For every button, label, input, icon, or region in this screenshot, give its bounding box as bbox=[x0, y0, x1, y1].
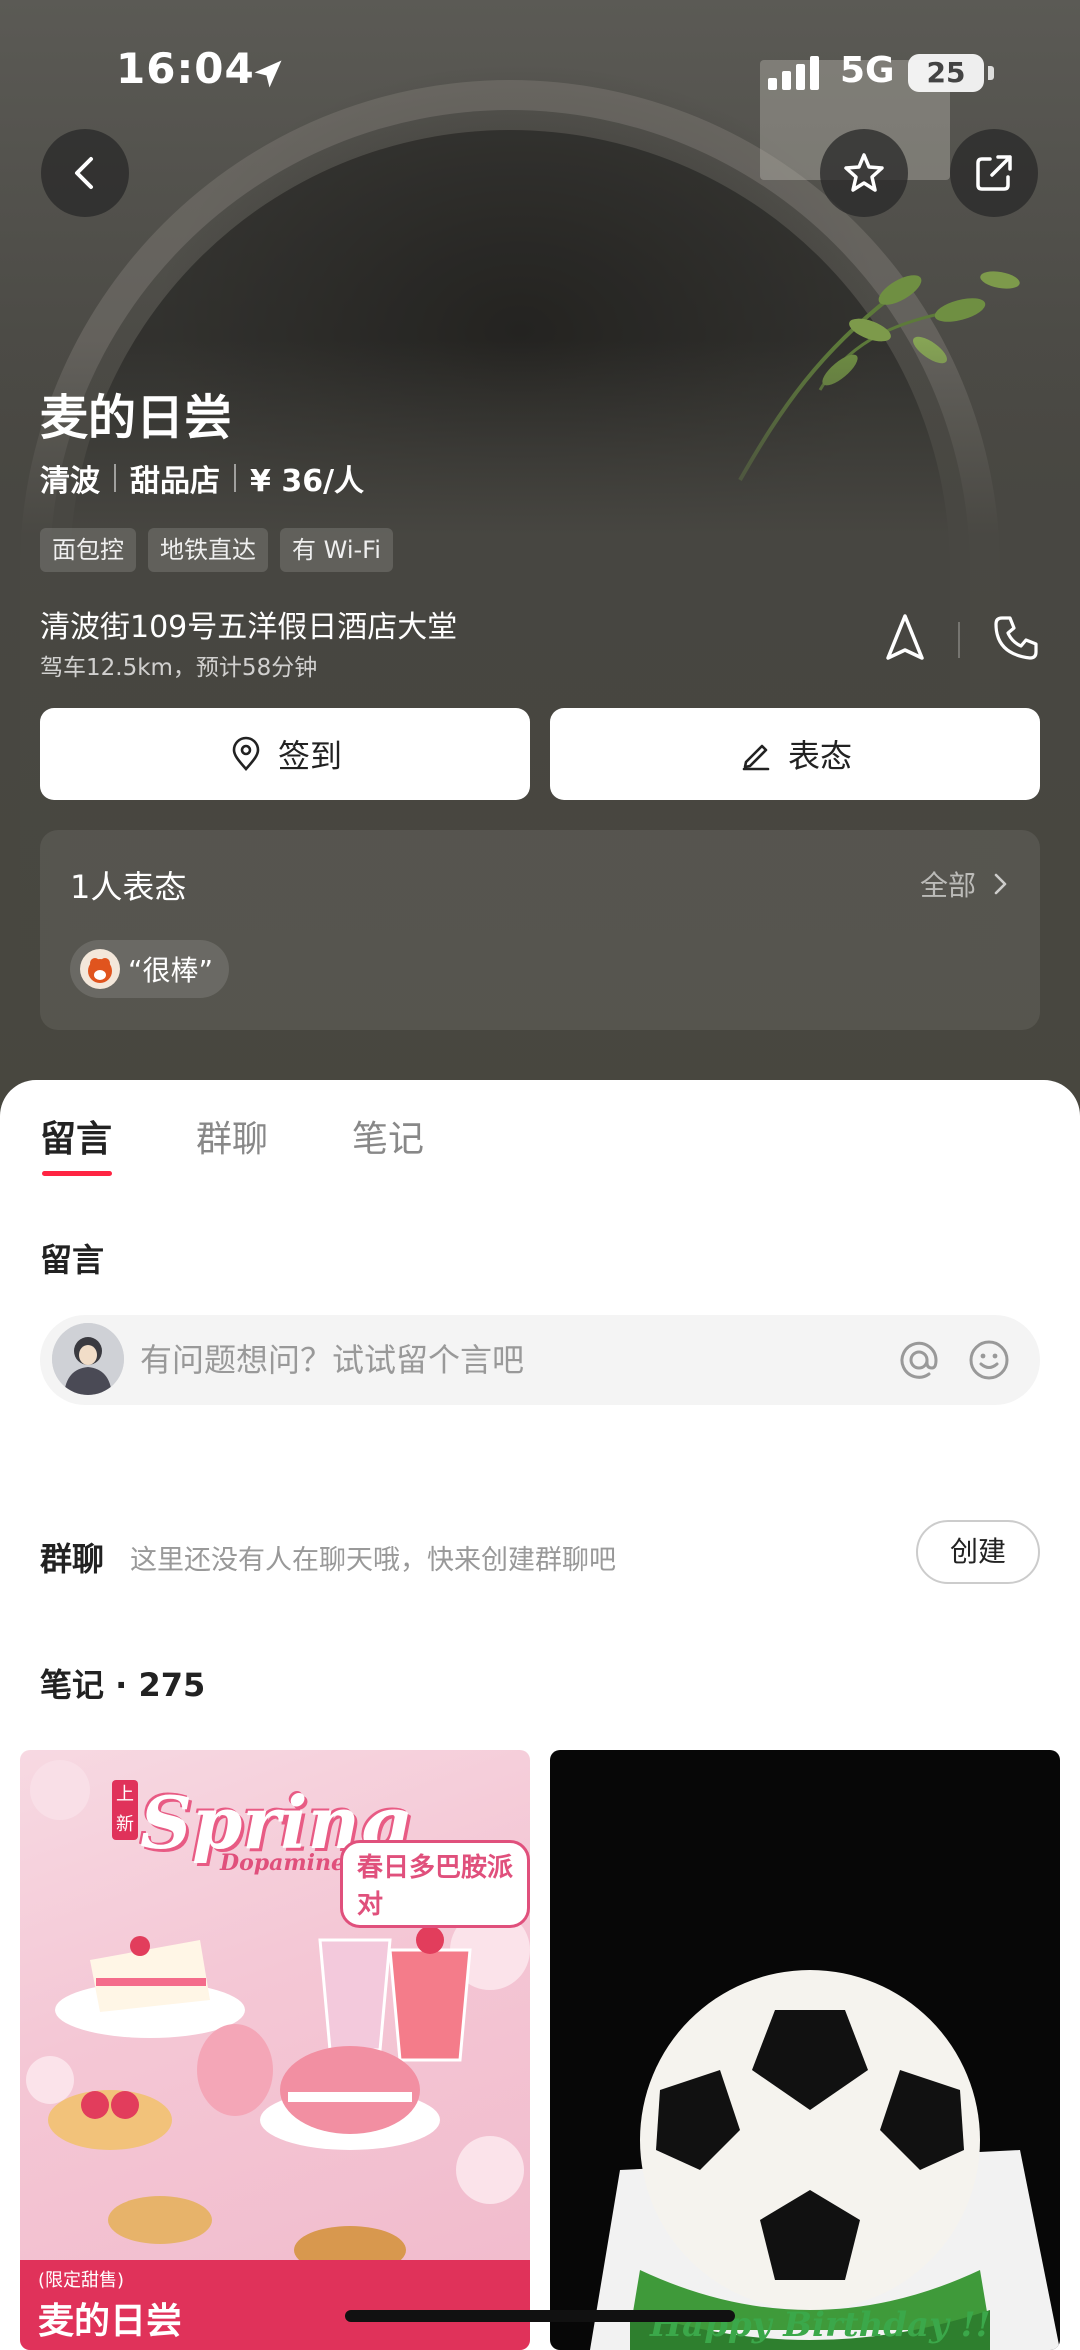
emoji-icon[interactable] bbox=[966, 1337, 1012, 1383]
shop-meta: 清波 甜品店 ¥ 36/人 bbox=[40, 456, 364, 500]
tab-bar: 留言 群聊 笔记 bbox=[40, 1110, 424, 1176]
network-type: 5G bbox=[840, 50, 895, 91]
comments-title: 留言 bbox=[40, 1241, 105, 1279]
navigate-button[interactable] bbox=[880, 610, 930, 666]
location-arrow-icon bbox=[254, 60, 282, 88]
shop-name: 麦的日尝 bbox=[40, 390, 233, 446]
status-time: 16:04 bbox=[116, 44, 255, 93]
favorite-button[interactable] bbox=[820, 129, 908, 217]
content-sheet: 留言 群聊 笔记 留言 有问题想问？试试留个言吧 群聊 这里还没有人在聊天哦，快… bbox=[0, 1080, 1080, 2350]
tab-comments[interactable]: 留言 bbox=[40, 1110, 113, 1176]
opinion-title: 1人表态 bbox=[70, 868, 187, 906]
poster-limited: (限定甜售) bbox=[38, 2270, 125, 2291]
note-card[interactable]: 上新 Spring Dopamine 春日多巴胺派对 (限定甜售) 麦的日尝 bbox=[20, 1750, 530, 2350]
battery-level: 25 bbox=[926, 56, 966, 89]
shop-tags: 面包控 地铁直达 有 Wi-Fi bbox=[40, 528, 393, 572]
new-badge: 上新 bbox=[112, 1780, 138, 1840]
tab-notes[interactable]: 笔记 bbox=[352, 1110, 424, 1162]
back-button[interactable] bbox=[41, 129, 129, 217]
status-bar: 16:04 5G 25 bbox=[0, 0, 1080, 140]
battery-icon: 25 bbox=[908, 54, 984, 92]
drive-info: 驾车12.5km，预计58分钟 bbox=[40, 655, 318, 681]
note-card[interactable]: Happy Birthday !! bbox=[550, 1750, 1060, 2350]
checkin-label: 签到 bbox=[277, 737, 342, 775]
chevron-left-icon bbox=[75, 157, 93, 189]
shop-tag: 面包控 bbox=[40, 528, 136, 572]
poster-brand: 麦的日尝 bbox=[38, 2301, 183, 2342]
location-pin-icon bbox=[232, 736, 260, 771]
express-label: 表态 bbox=[787, 737, 852, 775]
opinion-chip[interactable]: “很棒” bbox=[70, 940, 230, 998]
share-button[interactable] bbox=[950, 129, 1038, 217]
shop-tag: 有 Wi-Fi bbox=[280, 528, 393, 572]
opinion-all-label: 全部 bbox=[919, 869, 976, 902]
create-group-button[interactable]: 创建 bbox=[916, 1520, 1040, 1584]
opinion-chip-text: “很棒” bbox=[128, 954, 214, 987]
share-icon bbox=[976, 155, 1012, 191]
poster-subline: Dopamine bbox=[220, 1850, 346, 1876]
pencil-icon bbox=[742, 744, 770, 771]
group-chat-hint: 这里还没有人在聊天哦，快来创建群聊吧 bbox=[130, 1545, 616, 1576]
poster-brand-strip: (限定甜售) 麦的日尝 bbox=[20, 2260, 530, 2350]
at-mention-icon[interactable] bbox=[896, 1337, 942, 1383]
shop-tag: 地铁直达 bbox=[148, 528, 268, 572]
chevron-right-icon bbox=[994, 873, 1007, 895]
checkin-button[interactable]: 签到 bbox=[40, 708, 530, 800]
avatar bbox=[52, 1323, 124, 1395]
comment-input[interactable]: 有问题想问？试试留个言吧 bbox=[40, 1315, 1040, 1405]
notes-title: 笔记 · 275 bbox=[40, 1666, 206, 1704]
shop-area: 清波 bbox=[40, 464, 100, 499]
shop-address[interactable]: 清波街109号五洋假日酒店大堂 bbox=[40, 602, 457, 646]
group-chat-label: 群聊 bbox=[40, 1540, 105, 1578]
comment-placeholder: 有问题想问？试试留个言吧 bbox=[140, 1341, 525, 1379]
tab-group-chat[interactable]: 群聊 bbox=[196, 1110, 268, 1162]
avatar bbox=[80, 949, 120, 989]
opinion-card: 1人表态 全部 “很棒” bbox=[40, 830, 1040, 1030]
phone-button[interactable] bbox=[990, 612, 1042, 664]
home-indicator[interactable] bbox=[345, 2310, 735, 2322]
express-button[interactable]: 表态 bbox=[550, 708, 1040, 800]
shop-price: ¥ 36/人 bbox=[250, 464, 365, 499]
shop-category: 甜品店 bbox=[130, 464, 220, 499]
poster-badge: 春日多巴胺派对 bbox=[340, 1840, 530, 1928]
star-icon bbox=[844, 153, 884, 192]
cellular-signal-icon bbox=[768, 56, 819, 90]
football-cake-photo bbox=[590, 1970, 1060, 2350]
group-chat-row: 群聊 这里还没有人在聊天哦，快来创建群聊吧 创建 bbox=[40, 1520, 1040, 1590]
opinion-all-link[interactable]: 全部 bbox=[920, 864, 1014, 904]
